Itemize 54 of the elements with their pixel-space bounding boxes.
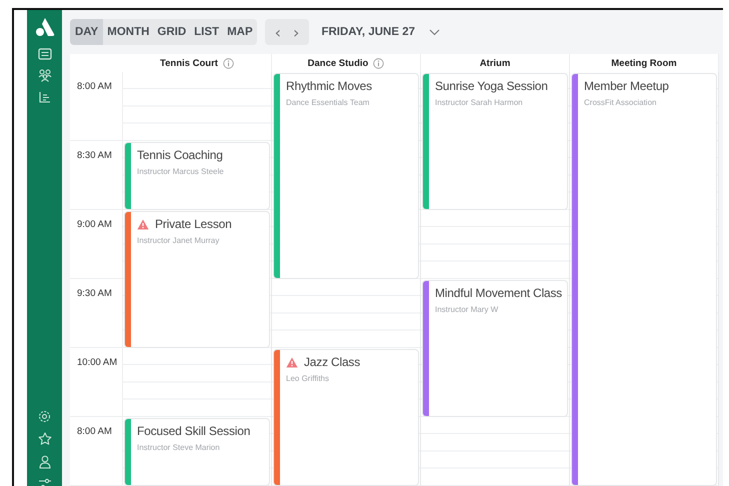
event-title: Member Meetup <box>584 79 669 93</box>
event-card[interactable]: Mindful Movement Class Instructor Mary W <box>422 280 568 417</box>
info-icon[interactable] <box>222 58 234 68</box>
room-name: Dance Studio <box>308 58 368 68</box>
room-name: Atrium <box>480 58 510 68</box>
event-subtitle: Instructor Mary W <box>435 305 500 314</box>
time-label: 9:30 AM <box>77 288 112 299</box>
event-card[interactable]: Tennis Coaching Instructor Marcus Steele <box>124 142 270 210</box>
time-label: 8:30 AM <box>77 150 112 161</box>
previous-button[interactable]: ‹ <box>268 19 288 45</box>
chart-icon[interactable] <box>38 91 50 103</box>
event-subtitle: Instructor Steve Marion <box>137 443 221 452</box>
event-title: Jazz Class <box>304 355 360 369</box>
view-tab[interactable]: MONTH <box>103 19 154 45</box>
event-card[interactable]: Sunrise Yoga Session Instructor Sarah Harmon <box>422 73 568 210</box>
event-subtitle: Instructor Marcus Steele <box>137 167 224 176</box>
time-label: 8:00 AM <box>77 426 112 437</box>
time-label: 10:00 AM <box>77 357 118 368</box>
event-card[interactable]: Member Meetup CrossFit Association <box>571 73 717 486</box>
event-subtitle: CrossFit Association <box>584 98 658 107</box>
chevron-down-icon[interactable] <box>428 28 440 36</box>
warning-icon <box>137 218 149 230</box>
event-title: Tennis Coaching <box>137 148 223 162</box>
room-name: Tennis Court <box>160 58 218 68</box>
view-tab[interactable]: LIST <box>190 19 224 45</box>
user-icon[interactable] <box>38 455 50 469</box>
room-name: Meeting Room <box>611 58 677 68</box>
event-subtitle: Instructor Sarah Harmon <box>435 98 524 107</box>
next-button[interactable]: › <box>287 19 306 45</box>
info-icon[interactable] <box>373 58 384 68</box>
time-label: 9:00 AM <box>77 219 112 230</box>
people-icon[interactable] <box>38 69 52 82</box>
time-label: 8:00 AM <box>77 81 112 92</box>
event-card[interactable]: Private Lesson Instructor Janet Murray <box>124 211 270 348</box>
list-icon[interactable] <box>38 48 52 60</box>
event-subtitle: Instructor Janet Murray <box>137 236 220 245</box>
warning-icon <box>286 356 298 368</box>
event-card[interactable]: Jazz Class Leo Griffiths <box>273 349 419 486</box>
view-tab[interactable]: GRID <box>153 19 190 45</box>
view-tab[interactable]: MAP <box>223 19 257 45</box>
event-subtitle: Leo Griffiths <box>286 374 330 383</box>
date-label: FRIDAY, JUNE 27 <box>321 26 415 38</box>
event-title: Private Lesson <box>155 217 232 231</box>
settings-icon[interactable] <box>38 410 51 423</box>
view-tab[interactable]: DAY <box>70 19 104 45</box>
star-icon[interactable] <box>38 432 52 446</box>
event-title: Sunrise Yoga Session <box>435 79 548 93</box>
event-card[interactable]: Rhythmic Moves Dance Essentials Team <box>273 73 419 279</box>
event-title: Mindful Movement Class <box>435 286 562 300</box>
event-title: Rhythmic Moves <box>286 79 372 93</box>
event-card[interactable]: Focused Skill Session Instructor Steve Marion <box>124 418 270 486</box>
logo-icon <box>34 18 54 36</box>
event-title: Focused Skill Session <box>137 424 250 438</box>
event-subtitle: Dance Essentials Team <box>286 98 370 107</box>
